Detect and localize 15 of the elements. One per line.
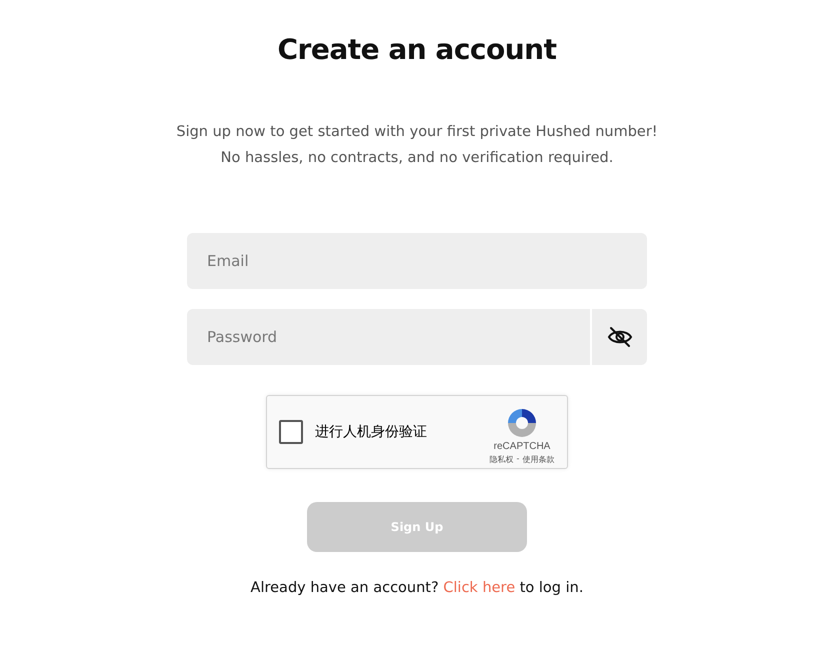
captcha-brand: reCAPTCHA bbox=[494, 441, 550, 452]
eye-slash-icon bbox=[606, 326, 632, 348]
toggle-visibility-button[interactable] bbox=[592, 309, 647, 365]
email-field[interactable]: Email bbox=[187, 233, 647, 289]
login-prompt: Already have an account? Click here to log in. bbox=[250, 580, 584, 596]
link-separator: - bbox=[516, 454, 520, 465]
page-title: Create an account bbox=[277, 32, 557, 68]
captcha-logo-icon bbox=[506, 407, 538, 439]
intro-text: No hassles, no contracts, and no verification required. bbox=[220, 149, 614, 168]
password-field[interactable]: Password bbox=[187, 309, 590, 365]
privacy-link[interactable]: 隐私权 bbox=[490, 454, 514, 465]
captcha-label: 进行人机身份验证 bbox=[315, 423, 428, 441]
captcha-checkbox[interactable] bbox=[279, 420, 303, 444]
terms-link[interactable]: 使用条款 bbox=[522, 454, 554, 465]
intro-text: Sign up now to get started with your first private Hushed number! bbox=[176, 123, 658, 142]
